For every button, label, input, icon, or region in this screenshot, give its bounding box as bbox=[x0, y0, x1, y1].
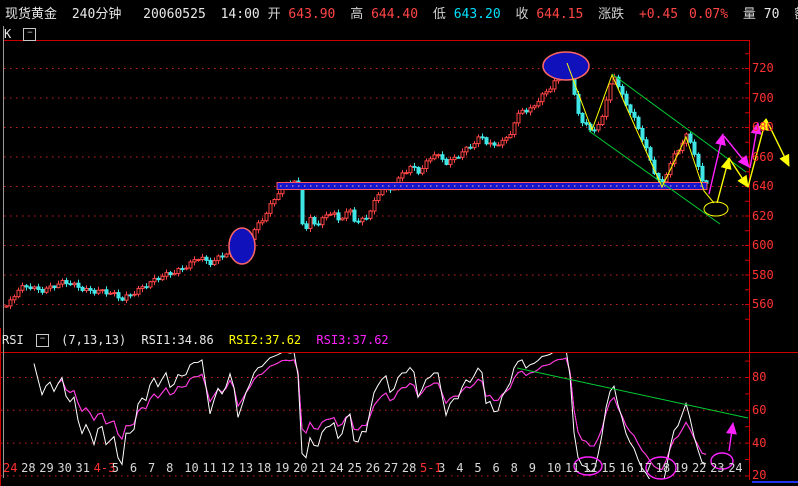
rsi2-readout: RSI2:37.62 bbox=[228, 333, 302, 347]
date-label: 28 bbox=[21, 461, 36, 475]
price-axis-label: 580 bbox=[752, 267, 774, 282]
price-axis-label: 720 bbox=[752, 61, 774, 75]
date-label: 10 bbox=[546, 461, 562, 475]
date-label: 31 bbox=[75, 461, 90, 475]
date-label: 24 bbox=[3, 461, 18, 475]
date-label: 13 bbox=[238, 461, 254, 475]
price-axis-label: 600 bbox=[752, 238, 774, 252]
projection-arrow[interactable] bbox=[716, 157, 732, 204]
quote-header: 现货黄金 240分钟 20060525 14:00 开 643.90 高 644… bbox=[5, 3, 798, 22]
volume-label: 量 bbox=[742, 7, 756, 22]
symbol-name: 现货黄金 bbox=[5, 7, 58, 22]
rsi-panel-minimize-button[interactable]: − bbox=[35, 334, 49, 347]
date-label: 5 bbox=[474, 461, 482, 475]
change-value: +0.45 bbox=[638, 7, 679, 22]
date-label: 18 bbox=[256, 461, 272, 475]
target-ellipse[interactable] bbox=[703, 201, 729, 217]
quote-time: 14:00 bbox=[220, 7, 260, 22]
k-panel-label: K bbox=[4, 27, 12, 41]
open-value: 643.90 bbox=[288, 7, 336, 22]
change-label: 涨跌 bbox=[598, 7, 625, 22]
date-label: 12 bbox=[220, 461, 235, 475]
low-value: 643.20 bbox=[453, 7, 501, 22]
date-label: 8 bbox=[166, 461, 174, 475]
rsi3-readout: RSI3:37.62 bbox=[316, 333, 389, 347]
date-label: 18 bbox=[655, 461, 671, 475]
price-axis-label: 680 bbox=[752, 120, 774, 134]
date-label: 3 bbox=[438, 461, 446, 475]
date-label: 21 bbox=[311, 461, 326, 475]
panel-frame bbox=[0, 26, 798, 486]
date-label: 7 bbox=[148, 461, 156, 475]
date-label: 8 bbox=[510, 461, 518, 475]
date-label: 17 bbox=[637, 461, 652, 475]
date-label: 24 bbox=[329, 461, 344, 475]
date-label: 10 bbox=[184, 461, 199, 475]
high-label: 高 bbox=[350, 7, 364, 22]
date-label: 6 bbox=[129, 461, 138, 475]
date-label: 9 bbox=[528, 461, 536, 475]
close-label: 收 bbox=[515, 7, 529, 22]
projection-arrow[interactable] bbox=[708, 133, 726, 195]
date-label: 27 bbox=[383, 461, 399, 475]
date-label: 25 bbox=[347, 461, 362, 475]
amount-label: 额 bbox=[794, 3, 798, 22]
low-label: 低 bbox=[432, 7, 446, 22]
close-value: 644.15 bbox=[536, 7, 584, 22]
price-axis-label: 620 bbox=[752, 208, 774, 223]
price-axis-label: 640 bbox=[752, 179, 774, 193]
date-label: 16 bbox=[619, 461, 634, 475]
date-label: 4 bbox=[456, 461, 464, 475]
date-label: 24 bbox=[728, 461, 743, 475]
rsi-axis-label: 40 bbox=[752, 435, 767, 450]
period-label: 240分钟 bbox=[71, 7, 122, 22]
date-label: 12 bbox=[583, 461, 598, 475]
rsi-panel-label: RSI bbox=[2, 333, 24, 347]
quote-date: 20060525 bbox=[143, 7, 206, 22]
highlight-ellipse[interactable] bbox=[542, 51, 590, 81]
channel-trendline[interactable] bbox=[588, 130, 721, 225]
k-panel-minimize-button[interactable]: − bbox=[23, 28, 37, 41]
price-axis-label: 660 bbox=[752, 149, 774, 164]
date-label: 23 bbox=[710, 461, 725, 475]
chart-window: 现货黄金 240分钟 20060525 14:00 开 643.90 高 644… bbox=[0, 0, 798, 486]
k-panel-header: K − bbox=[4, 27, 37, 41]
high-value: 644.40 bbox=[371, 7, 419, 22]
drawing-annotations[interactable] bbox=[228, 51, 790, 480]
date-label: 11 bbox=[565, 461, 580, 475]
date-label: 19 bbox=[274, 461, 290, 475]
rsi1-readout: RSI1:34.86 bbox=[141, 333, 214, 347]
date-label: 19 bbox=[673, 461, 689, 475]
chart-canvas[interactable] bbox=[0, 0, 798, 486]
date-label: 22 bbox=[691, 461, 707, 475]
date-label: 30 bbox=[57, 461, 72, 475]
date-label: 5 bbox=[111, 461, 119, 475]
date-label: 26 bbox=[365, 461, 381, 475]
date-label: 15 bbox=[601, 461, 616, 475]
rsi-panel-header: RSI − (7,13,13) RSI1:34.86 RSI2:37.62 RS… bbox=[2, 333, 389, 347]
change-pct: 0.07% bbox=[688, 7, 729, 22]
rsi-params: (7,13,13) bbox=[61, 333, 127, 347]
volume-value: 70 bbox=[763, 7, 780, 22]
rsi-axis-label: 80 bbox=[752, 370, 767, 384]
date-label: 29 bbox=[39, 461, 54, 475]
rsi-axis-label: 60 bbox=[752, 402, 767, 417]
price-axis-label: 560 bbox=[752, 297, 774, 311]
date-axis: 24 28 29 30 31 4-3 5 6 7 8 10 11 12 13 18 19 20 21 24 25 26 2… bbox=[0, 461, 798, 477]
highlight-ellipse[interactable] bbox=[228, 227, 256, 265]
date-label: 28 bbox=[401, 461, 417, 475]
date-label: 20 bbox=[293, 461, 308, 475]
projection-arrow[interactable] bbox=[725, 422, 737, 452]
channel-trendline[interactable] bbox=[611, 73, 747, 173]
price-axis-label: 700 bbox=[752, 90, 774, 105]
open-label: 开 bbox=[267, 7, 281, 22]
date-label: 6 bbox=[492, 461, 500, 475]
date-label: 11 bbox=[202, 461, 217, 475]
